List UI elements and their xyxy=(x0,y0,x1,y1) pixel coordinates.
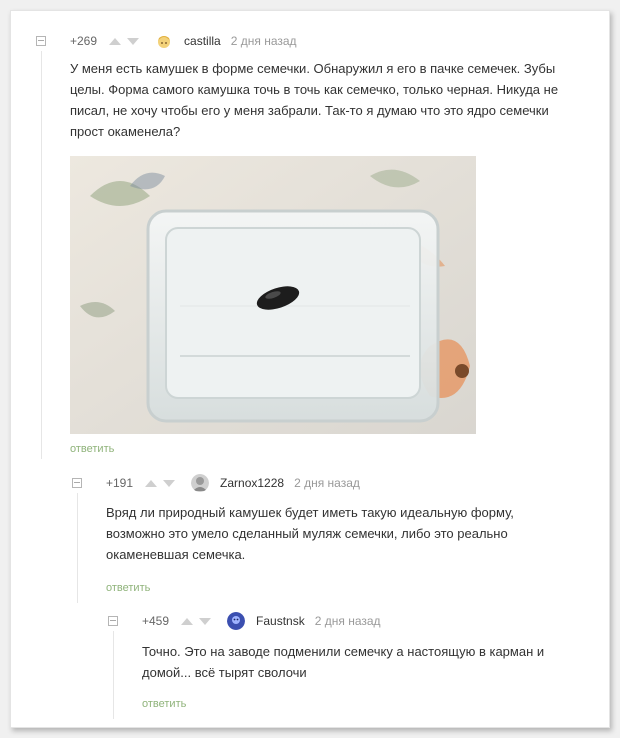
blonde-user-avatar-icon[interactable] xyxy=(155,32,174,50)
comment-header: +269 castilla 2 дня назад xyxy=(36,31,297,51)
timestamp: 2 дня назад xyxy=(230,34,297,48)
comment-faustnsk: +459 Faustnsk 2 дня назад Точно. Это на … xyxy=(108,611,588,721)
collapse-toggle[interactable] xyxy=(36,36,46,46)
gray-user-avatar-icon[interactable] xyxy=(191,474,210,492)
upvote-arrow-icon[interactable] xyxy=(109,37,122,45)
comment-zarnox1228: +191 Zarnox1228 2 дня назад Вряд ли прир… xyxy=(72,473,592,608)
upvote-arrow-icon[interactable] xyxy=(181,617,194,625)
upvote-arrow-icon[interactable] xyxy=(145,479,158,487)
rating: +191 xyxy=(106,476,134,490)
thread-line xyxy=(41,51,42,459)
comments-card: +269 castilla 2 дня назад У меня есть ка… xyxy=(10,10,610,728)
timestamp: 2 дня назад xyxy=(294,476,360,490)
rating: +269 xyxy=(70,34,98,48)
reply-link[interactable]: ответить xyxy=(106,582,150,594)
downvote-arrow-icon[interactable] xyxy=(163,479,176,487)
reply-link[interactable]: ответить xyxy=(70,443,114,455)
thread-line xyxy=(77,493,78,603)
username[interactable]: castilla xyxy=(184,34,221,48)
downvote-arrow-icon[interactable] xyxy=(199,617,212,625)
comment-text: Точно. Это на заводе подменили семечку а… xyxy=(142,644,545,680)
comment-header: +459 Faustnsk 2 дня назад xyxy=(108,611,381,631)
blue-user-avatar-icon[interactable] xyxy=(227,612,246,630)
downvote-arrow-icon[interactable] xyxy=(127,37,140,45)
username[interactable]: Faustnsk xyxy=(256,614,305,628)
timestamp: 2 дня назад xyxy=(314,614,381,628)
comment-text: У меня есть камушек в форме семечки. Обн… xyxy=(70,61,559,139)
username[interactable]: Zarnox1228 xyxy=(220,476,284,490)
thread-line xyxy=(113,631,114,719)
reply-link[interactable]: ответить xyxy=(142,698,186,710)
comment-castilla: +269 castilla 2 дня назад У меня есть ка… xyxy=(36,31,596,461)
rating: +459 xyxy=(142,614,170,628)
comment-header: +191 Zarnox1228 2 дня назад xyxy=(72,473,360,493)
collapse-toggle[interactable] xyxy=(108,616,118,626)
collapse-toggle[interactable] xyxy=(72,478,82,488)
comment-text: Вряд ли природный камушек будет иметь та… xyxy=(106,505,514,562)
attached-photo[interactable] xyxy=(70,156,476,434)
